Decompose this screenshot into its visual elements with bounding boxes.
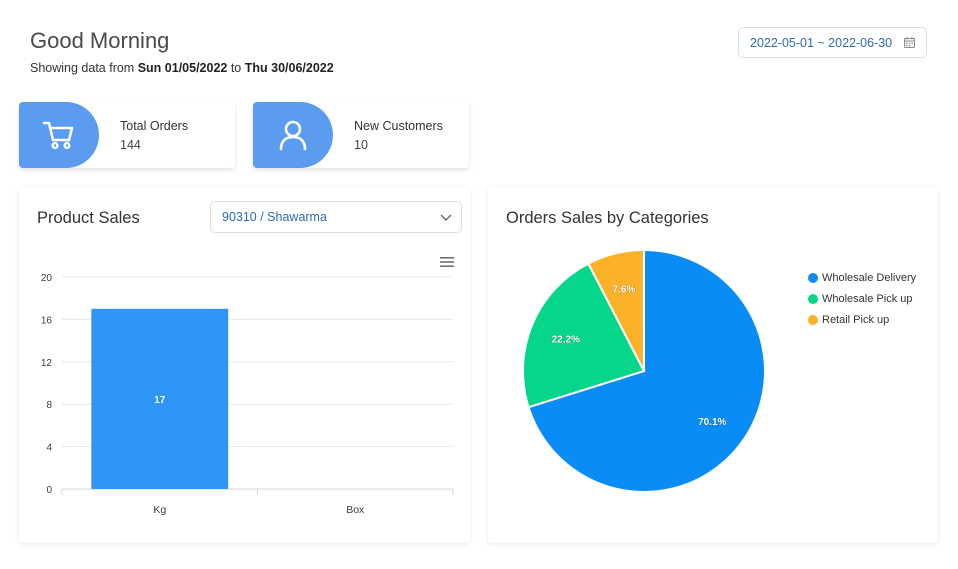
legend-marker — [808, 272, 818, 283]
stat-card-new-customers: New Customers 10 — [253, 102, 469, 168]
pie-data-label: 7.6% — [613, 285, 636, 296]
summary-date-from: Sun 01/05/2022 — [137, 61, 228, 75]
stat-icon-badge — [19, 102, 99, 168]
product-sales-panel: Product Sales 90310 / Shawarma 0 4 8 12 16 20… — [19, 187, 470, 543]
summary-to: to — [227, 61, 245, 75]
legend-label: Wholesale Delivery — [822, 271, 917, 284]
pie-legend: Wholesale Delivery Wholesale Pick up Retai… — [808, 267, 916, 330]
orders-sales-panel: Orders Sales by Categories 70.1% 22.2% 7.6… — [488, 187, 938, 543]
bar-chart: 0 4 8 12 16 20 17 Kg Box — [41, 273, 454, 516]
stat-card-total-orders: Total Orders 144 — [19, 102, 235, 168]
x-tick-label: Kg — [153, 504, 166, 516]
y-tick-label: 12 — [41, 358, 53, 369]
legend-marker — [808, 293, 818, 304]
calendar-icon — [904, 37, 915, 48]
user-icon — [279, 120, 307, 151]
stat-value: 10 — [354, 138, 368, 152]
cart-icon — [42, 121, 74, 150]
greeting-title: Good Morning — [30, 28, 170, 53]
pie-data-label: 70.1% — [698, 417, 726, 428]
y-tick-label: 0 — [46, 485, 52, 496]
legend-marker — [808, 314, 818, 325]
legend-item[interactable]: Retail Pick up — [808, 309, 916, 330]
stat-icon-badge — [253, 102, 333, 168]
pie-chart: 70.1% 22.2% 7.6% — [522, 248, 766, 493]
stat-value: 144 — [120, 138, 141, 152]
date-range-value: 2022-05-01 ~ 2022-06-30 — [750, 35, 893, 50]
summary-prefix: Showing data from — [30, 61, 138, 75]
y-tick-label: 16 — [41, 315, 53, 326]
date-range-summary: Showing data from Sun 01/05/2022 to Thu … — [30, 61, 334, 75]
legend-label: Retail Pick up — [822, 313, 890, 326]
y-tick-label: 20 — [41, 273, 53, 284]
date-range-picker[interactable]: 2022-05-01 ~ 2022-06-30 — [738, 27, 927, 58]
pie-data-label: 22.2% — [552, 334, 580, 345]
stat-label: New Customers — [354, 119, 443, 133]
legend-item[interactable]: Wholesale Pick up — [808, 288, 916, 309]
y-tick-label: 8 — [46, 400, 52, 411]
y-tick-label: 4 — [46, 443, 52, 454]
stat-label: Total Orders — [120, 119, 189, 133]
bar-data-label: 17 — [154, 395, 166, 406]
legend-label: Wholesale Pick up — [822, 292, 913, 305]
x-tick-label: Box — [346, 504, 365, 516]
legend-item[interactable]: Wholesale Delivery — [808, 267, 916, 288]
summary-date-to: Thu 30/06/2022 — [244, 61, 334, 75]
